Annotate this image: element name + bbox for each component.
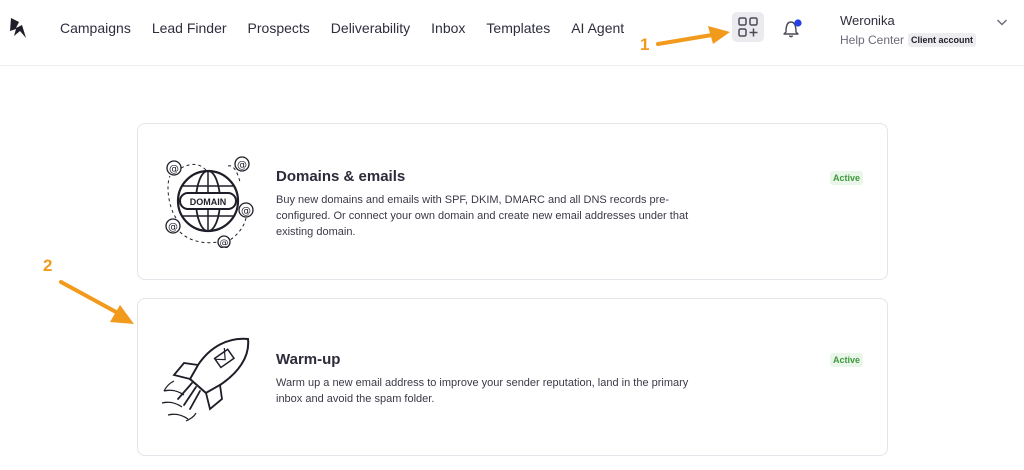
apps-button[interactable] [732, 12, 764, 42]
bird-logo-icon[interactable] [8, 16, 28, 40]
card-title: Warm-up [276, 351, 341, 368]
nav-lead-finder[interactable]: Lead Finder [152, 20, 227, 36]
nav-prospects[interactable]: Prospects [248, 20, 310, 36]
svg-text:@: @ [220, 239, 229, 249]
svg-text:@: @ [168, 222, 178, 233]
annotation-label-1: 1 [640, 35, 650, 54]
warm-up-card[interactable]: Warm-up Warm up a new email address to i… [137, 298, 888, 456]
nav-campaigns[interactable]: Campaigns [60, 20, 131, 36]
client-account-badge: Client account [908, 33, 977, 47]
illustration-domain-label: DOMAIN [190, 197, 227, 207]
status-badge: Active [830, 171, 864, 185]
user-menu[interactable]: Weronika Help Center Client account [840, 13, 977, 47]
nav-ai-agent[interactable]: AI Agent [571, 20, 624, 36]
card-description: Buy new domains and emails with SPF, DKI… [276, 194, 689, 238]
user-name: Weronika [840, 13, 895, 28]
svg-text:@: @ [241, 206, 251, 217]
svg-text:@: @ [237, 160, 247, 171]
nav-templates[interactable]: Templates [486, 20, 550, 36]
svg-text:@: @ [169, 164, 179, 175]
top-navigation-bar: Campaigns Lead Finder Prospects Delivera… [0, 0, 1024, 66]
rocket-icon [161, 337, 250, 422]
status-badge: Active [830, 353, 864, 367]
bell-icon[interactable] [780, 16, 804, 40]
annotation-label-2: 2 [43, 256, 53, 275]
help-center-link[interactable]: Help Center [840, 33, 904, 47]
annotation-arrow-1-icon [656, 26, 730, 46]
annotation-arrow-2-icon [59, 280, 134, 324]
nav-deliverability[interactable]: Deliverability [331, 20, 410, 36]
domains-emails-card[interactable]: DOMAIN @ @ @ @ @ Domains & emails Buy ne… [137, 123, 888, 280]
notification-dot [794, 19, 802, 27]
apps-grid-plus-icon [738, 17, 758, 37]
card-description: Warm up a new email address to improve y… [276, 377, 689, 405]
nav-inbox[interactable]: Inbox [431, 20, 465, 36]
card-title: Domains & emails [276, 168, 406, 185]
chevron-down-icon[interactable] [996, 17, 1008, 27]
main-nav: Campaigns Lead Finder Prospects Delivera… [60, 0, 645, 56]
domain-globe-icon: DOMAIN @ @ @ @ @ [165, 156, 254, 249]
